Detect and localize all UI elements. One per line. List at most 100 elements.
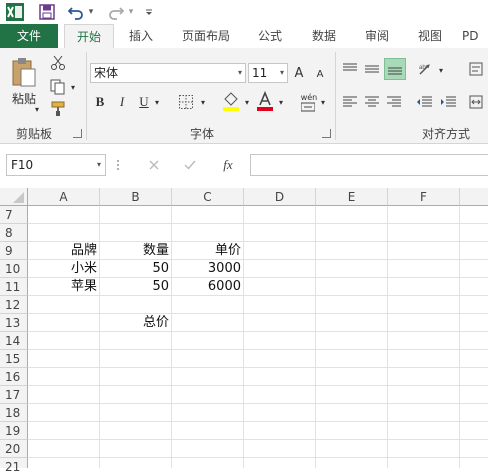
paste-dropdown-icon[interactable]: ▾ [32, 104, 42, 114]
cell-a10[interactable]: 小米 [28, 260, 100, 278]
row-header-16[interactable]: 16 [0, 368, 28, 386]
clipboard-dialog-launcher-icon[interactable] [73, 129, 82, 138]
orientation-dropdown-icon[interactable]: ▾ [436, 64, 446, 76]
column-header-a[interactable]: A [28, 188, 100, 206]
tab-review[interactable]: 审阅 [356, 24, 398, 48]
font-size-dropdown-icon[interactable]: ▾ [280, 64, 284, 82]
font-size-combobox[interactable]: 11 ▾ [248, 63, 288, 83]
undo-icon[interactable] [66, 2, 86, 22]
row-header-17[interactable]: 17 [0, 386, 28, 404]
row-header-8[interactable]: 8 [0, 224, 28, 242]
underline-button[interactable]: U [136, 93, 152, 111]
copy-dropdown-icon[interactable]: ▾ [68, 82, 78, 92]
paste-icon[interactable] [10, 56, 38, 88]
align-middle-icon[interactable] [362, 60, 382, 78]
redo-dropdown-icon[interactable]: ▾ [126, 2, 136, 22]
column-header-partial[interactable] [460, 188, 488, 206]
cell-c10[interactable]: 3000 [172, 260, 244, 278]
increase-indent-icon[interactable] [438, 93, 458, 111]
gridline [387, 206, 388, 468]
format-painter-icon[interactable] [48, 100, 68, 118]
decrease-indent-icon[interactable] [414, 93, 434, 111]
row-header-19[interactable]: 19 [0, 422, 28, 440]
tab-formulas[interactable]: 公式 [250, 24, 290, 48]
cell-c9[interactable]: 单价 [172, 242, 244, 260]
cell-a11[interactable]: 苹果 [28, 278, 100, 296]
tab-home[interactable]: 开始 [64, 24, 114, 48]
tab-view[interactable]: 视图 [408, 24, 452, 48]
font-dialog-launcher-icon[interactable] [322, 129, 331, 138]
row-header-15[interactable]: 15 [0, 350, 28, 368]
formula-bar-grip-icon[interactable] [116, 158, 120, 172]
align-top-icon[interactable] [340, 60, 360, 78]
font-name-dropdown-icon[interactable]: ▾ [238, 64, 242, 82]
cell-b11[interactable]: 50 [100, 278, 172, 296]
formula-bar: F10 ▾ fx [0, 144, 488, 192]
row-header-10[interactable]: 10 [0, 260, 28, 278]
tab-insert[interactable]: 插入 [118, 24, 164, 48]
borders-icon[interactable] [176, 93, 196, 111]
phonetic-guide-icon[interactable] [300, 100, 316, 114]
row-header-21[interactable]: 21 [0, 458, 28, 474]
name-box[interactable]: F10 ▾ [6, 154, 106, 176]
italic-button[interactable]: I [114, 93, 130, 111]
cell-a9[interactable]: 品牌 [28, 242, 100, 260]
row-header-12[interactable]: 12 [0, 296, 28, 314]
tab-file[interactable]: 文件 [0, 24, 58, 48]
redo-icon[interactable] [106, 2, 126, 22]
tab-data[interactable]: 数据 [302, 24, 346, 48]
align-center-icon[interactable] [362, 93, 382, 111]
row-header-14[interactable]: 14 [0, 332, 28, 350]
cell-b10[interactable]: 50 [100, 260, 172, 278]
row-header-18[interactable]: 18 [0, 404, 28, 422]
row-header-7[interactable]: 7 [0, 206, 28, 224]
save-icon[interactable] [36, 2, 58, 22]
fill-color-dropdown-icon[interactable]: ▾ [242, 95, 252, 109]
cut-icon[interactable] [48, 54, 68, 72]
cell-b13[interactable]: 总价 [100, 314, 172, 332]
customize-qat-icon[interactable] [142, 2, 156, 22]
column-header-d[interactable]: D [244, 188, 316, 206]
font-color-dropdown-icon[interactable]: ▾ [276, 95, 286, 109]
cell-c11[interactable]: 6000 [172, 278, 244, 296]
column-header-c[interactable]: C [172, 188, 244, 206]
orientation-icon[interactable]: ab [416, 60, 436, 78]
gridline [28, 349, 488, 350]
row-header-13[interactable]: 13 [0, 314, 28, 332]
select-all-corner[interactable] [0, 188, 28, 206]
align-bottom-icon[interactable] [384, 58, 406, 80]
gridline [28, 331, 488, 332]
borders-dropdown-icon[interactable]: ▾ [198, 95, 208, 109]
undo-dropdown-icon[interactable]: ▾ [86, 2, 96, 22]
decrease-font-size-button[interactable]: A [314, 65, 326, 83]
cancel-entry-icon[interactable] [144, 157, 164, 173]
column-header-e[interactable]: E [316, 188, 388, 206]
tab-pdf[interactable]: PD [462, 24, 488, 48]
align-right-icon[interactable] [384, 93, 404, 111]
tab-page-layout[interactable]: 页面布局 [172, 24, 240, 48]
font-name-combobox[interactable]: 宋体 ▾ [90, 63, 246, 83]
copy-icon[interactable] [48, 78, 68, 96]
insert-function-button[interactable]: fx [216, 156, 240, 174]
row-header-20[interactable]: 20 [0, 440, 28, 458]
row-header-9[interactable]: 9 [0, 242, 28, 260]
formula-input[interactable] [250, 154, 488, 176]
bold-button[interactable]: B [92, 93, 108, 111]
increase-font-size-button[interactable]: A [292, 63, 306, 83]
ribbon-separator [86, 52, 87, 140]
align-left-icon[interactable] [340, 93, 360, 111]
wrap-text-icon[interactable] [466, 60, 486, 78]
row-header-11[interactable]: 11 [0, 278, 28, 296]
cell-b9[interactable]: 数量 [100, 242, 172, 260]
name-box-dropdown-icon[interactable]: ▾ [97, 155, 101, 175]
confirm-entry-icon[interactable] [180, 157, 200, 173]
worksheet-grid[interactable]: A B C D E F 7 8 9 10 11 12 13 14 15 16 1… [0, 188, 488, 474]
font-color-icon[interactable] [254, 90, 276, 112]
phonetic-dropdown-icon[interactable]: ▾ [318, 95, 328, 109]
fill-color-icon[interactable] [220, 90, 242, 112]
column-header-b[interactable]: B [100, 188, 172, 206]
column-header-f[interactable]: F [388, 188, 460, 206]
merge-center-icon[interactable] [466, 93, 486, 111]
gridline [28, 457, 488, 458]
underline-dropdown-icon[interactable]: ▾ [152, 95, 162, 109]
